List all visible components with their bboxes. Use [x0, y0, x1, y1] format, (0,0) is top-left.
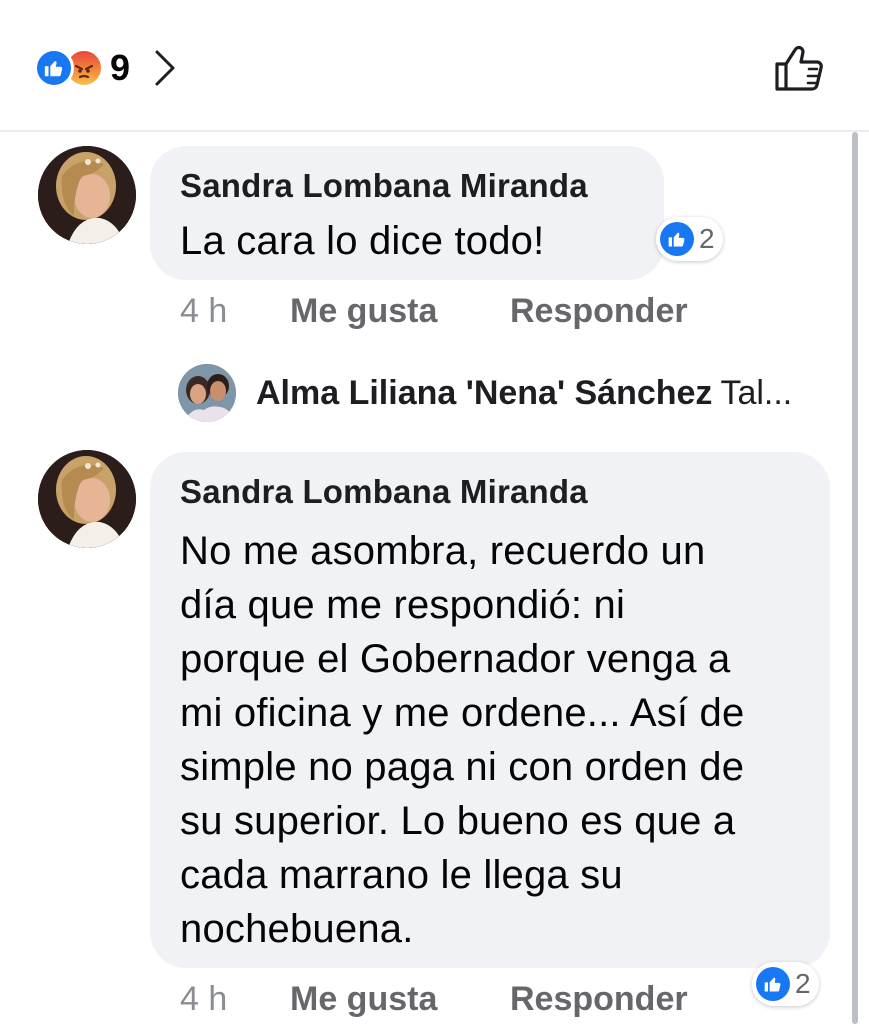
comment-line: simple no paga ni con orden de	[180, 745, 745, 789]
chevron-right-icon	[154, 48, 178, 88]
reply-snippet: Tal...	[720, 373, 793, 412]
like-reaction-icon	[756, 967, 790, 1001]
comment-actions: 4 h Me gusta Responder	[180, 288, 688, 334]
comment-actions: 4 h Me gusta Responder	[180, 976, 688, 1022]
reply-button[interactable]: Responder	[510, 980, 688, 1019]
comments-screen: 9 Sandra Lombana Miranda La cara lo dice…	[0, 0, 869, 1024]
comment-text: La cara lo dice todo!	[180, 219, 545, 263]
reply-button[interactable]: Responder	[510, 292, 688, 331]
reaction-count: 9	[110, 47, 131, 88]
view-reply-row[interactable]: Alma Liliana 'Nena' Sánchez Tal...	[178, 364, 838, 422]
comment-line: cada marrano le llega su	[180, 853, 623, 897]
comment-line: No me asombra, recuerdo un	[180, 529, 706, 573]
comment-author[interactable]: Sandra Lombana Miranda	[180, 166, 664, 206]
comment-line: día que me respondió: ni	[180, 583, 626, 627]
reactions-summary[interactable]: 9	[34, 44, 178, 92]
comment-line: su superior. Lo bueno es que a	[180, 799, 736, 843]
comment-bubble: Sandra Lombana Miranda La cara lo dice t…	[150, 146, 664, 280]
like-comment-button[interactable]: Me gusta	[290, 980, 510, 1019]
reaction-count: 2	[795, 968, 811, 999]
like-comment-button[interactable]: Me gusta	[290, 292, 510, 331]
comment-text: No me asombra, recuerdo un día que me re…	[180, 524, 830, 956]
comment-timestamp: 4 h	[180, 979, 228, 1018]
reply-author: Alma Liliana 'Nena' Sánchez	[256, 373, 713, 412]
comment-timestamp: 4 h	[180, 291, 228, 330]
reply-avatar	[178, 364, 236, 422]
comment-line: mi oficina y me ordene... Así de	[180, 691, 745, 735]
comment-bubble: Sandra Lombana Miranda No me asombra, re…	[150, 452, 830, 968]
like-reaction-icon	[660, 222, 694, 256]
avatar[interactable]	[38, 450, 136, 548]
comment-line: nochebuena.	[180, 907, 414, 951]
comment-line: porque el Gobernador venga a	[180, 637, 731, 681]
comment-reactions-badge[interactable]: 2	[752, 962, 819, 1006]
like-post-button[interactable]	[773, 42, 825, 94]
thumbs-up-outline-icon	[775, 45, 823, 91]
scrollbar[interactable]	[852, 132, 858, 1024]
reactions-header: 9	[0, 0, 869, 132]
reaction-count: 2	[699, 223, 715, 254]
comment-author[interactable]: Sandra Lombana Miranda	[180, 472, 830, 512]
avatar[interactable]	[38, 146, 136, 244]
comment-reactions-badge[interactable]: 2	[656, 217, 723, 261]
like-reaction-icon	[34, 48, 74, 88]
